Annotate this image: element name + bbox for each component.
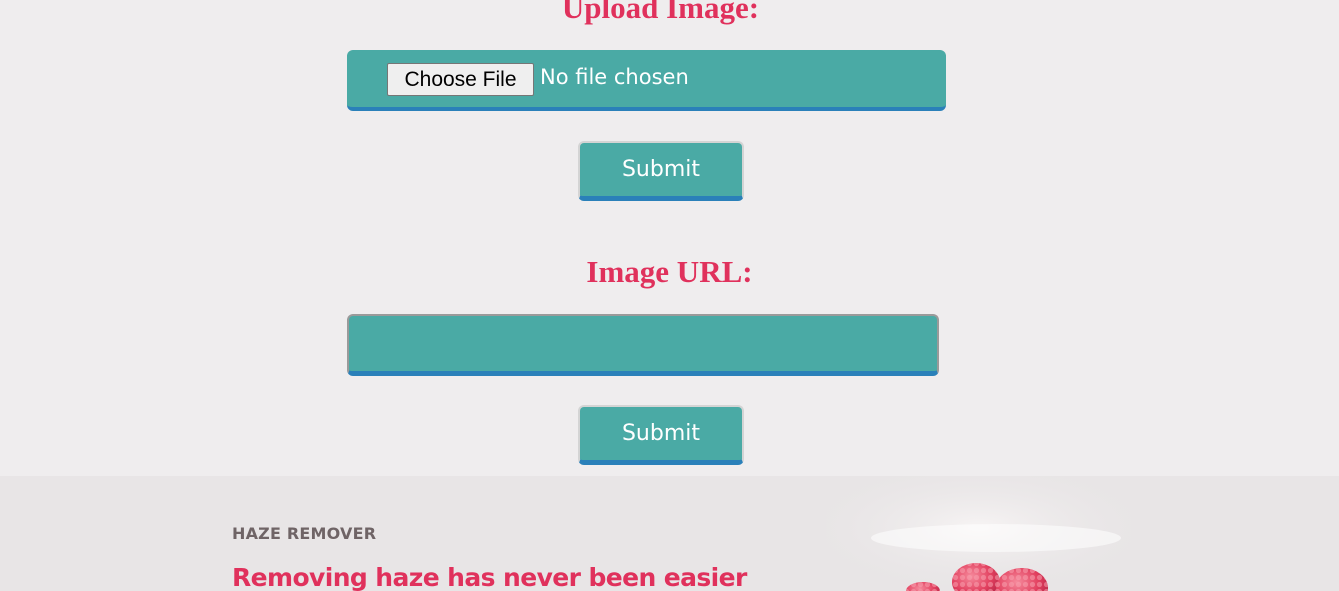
upload-image-heading: Upload Image: [561, 0, 760, 25]
upload-submit-button[interactable]: Submit [578, 141, 744, 201]
file-upload-field[interactable]: Choose File No file chosen [347, 50, 946, 111]
url-submit-button[interactable]: Submit [578, 405, 744, 465]
raspberries-image [826, 476, 1131, 591]
image-url-heading: Image URL: [586, 254, 753, 289]
image-url-input[interactable] [347, 314, 939, 376]
feature-section: HAZE REMOVER Removing haze has never bee… [0, 476, 1339, 591]
file-status-text: No file chosen [540, 65, 689, 89]
section-title: Removing haze has never been easier [232, 563, 747, 591]
page: Upload Image: Choose File No file chosen… [0, 0, 1339, 591]
choose-file-button[interactable]: Choose File [387, 63, 534, 96]
section-eyebrow: HAZE REMOVER [232, 524, 377, 543]
